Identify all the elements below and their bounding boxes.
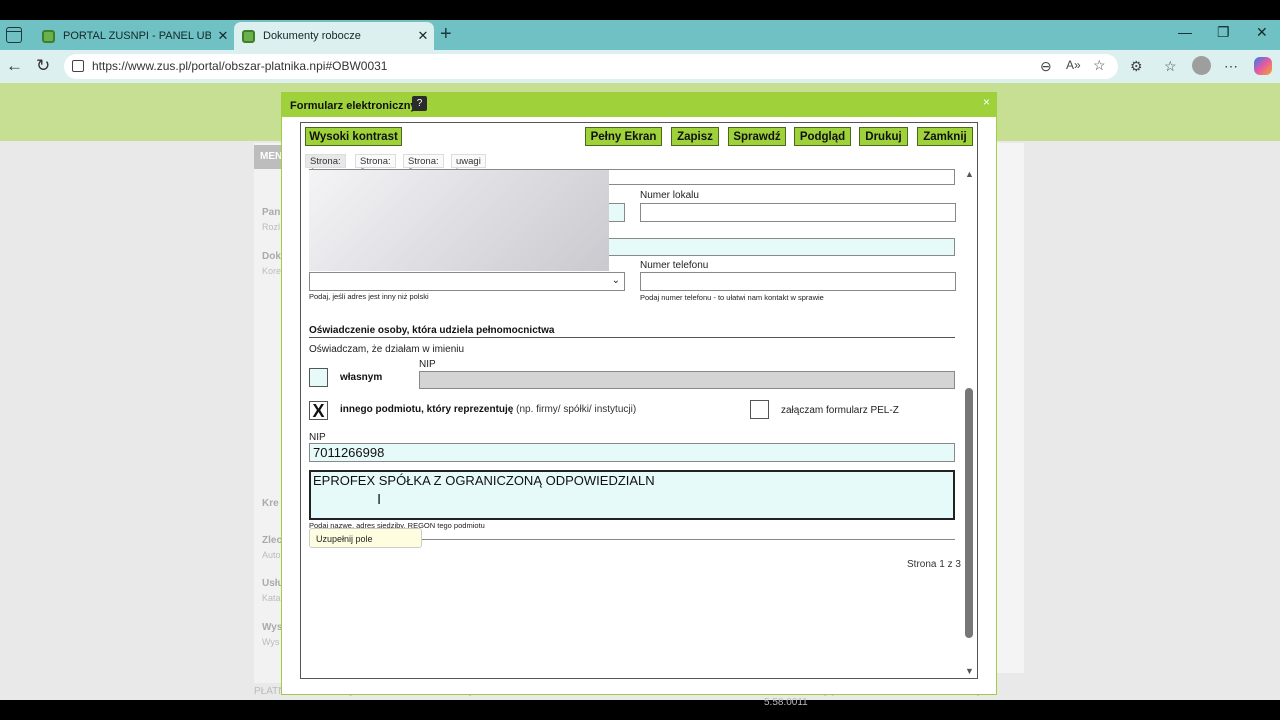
apartment-number-field[interactable]	[640, 203, 956, 222]
url-text: https://www.zus.pl/portal/obszar-platnik…	[92, 59, 388, 73]
sidebar-item-sub: Kore	[262, 266, 282, 276]
chevron-down-icon: ⌄	[611, 275, 620, 286]
tab-errors[interactable]: uwagi i błędy: (0)	[451, 154, 487, 200]
sidebar-item-sub: Auto	[262, 550, 281, 560]
site-info-icon[interactable]	[72, 60, 84, 72]
new-tab-icon[interactable]: +	[440, 23, 452, 46]
menu-bar[interactable]: MEN	[254, 145, 284, 169]
check-button[interactable]: Sprawdź	[728, 127, 786, 146]
form-frame: Wysoki kontrast Pełny Ekran Zapisz Spraw…	[300, 122, 978, 679]
copilot-icon[interactable]	[1254, 57, 1272, 75]
redacted-area	[309, 170, 609, 271]
fullscreen-button[interactable]: Pełny Ekran	[585, 127, 662, 146]
country-hint: Podaj, jeśli adres jest inny niż polski	[309, 292, 429, 301]
sidebar-item[interactable]: Zlec	[262, 535, 282, 546]
phone-hint: Podaj numer telefonu - to ułatwi nam kon…	[640, 293, 824, 302]
sidebar-item-sub: Wys	[262, 637, 280, 647]
page-counter: Strona 1 z 3	[907, 559, 961, 570]
other-entity-label: innego podmiotu, który reprezentuję (np.…	[340, 404, 636, 415]
entity-name-value: EPROFEX SPÓŁKA Z OGRANICZONĄ ODPOWIEDZIA…	[313, 473, 655, 488]
tab-page-2[interactable]: Strona: 2	[355, 154, 396, 178]
form-scrollbar[interactable]: ▲ ▼	[963, 169, 977, 678]
sidebar-item-sub: Rozl	[262, 222, 281, 232]
menu-label: MEN	[260, 151, 283, 162]
dialog-close-icon[interactable]: ×	[983, 95, 990, 109]
pelz-label: załączam formularz PEL-Z	[781, 405, 899, 416]
entity-name-field[interactable]: EPROFEX SPÓŁKA Z OGRANICZONĄ ODPOWIEDZIA…	[309, 470, 955, 520]
text-cursor-icon: I	[377, 491, 382, 508]
window-close-icon[interactable]: ✕	[1256, 24, 1268, 41]
entity-nip-field[interactable]: 7011266998	[309, 443, 955, 462]
other-entity-text: innego podmiotu, który reprezentuję	[340, 404, 514, 415]
scroll-up-icon[interactable]: ▲	[965, 169, 974, 179]
sidebar-item[interactable]: Kre	[262, 498, 279, 509]
browser-toolbar: ← ↻ https://www.zus.pl/portal/obszar-pla…	[0, 50, 1280, 83]
restore-icon[interactable]: ❐	[1217, 24, 1230, 41]
own-behalf-label: własnym	[340, 372, 383, 383]
browser-tab-drafts[interactable]: Dokumenty robocze ✕	[234, 22, 434, 50]
section-title: Oświadczenie osoby, która udziela pełnom…	[309, 325, 555, 336]
save-button[interactable]: Zapisz	[671, 127, 719, 146]
nip-label: NIP	[419, 359, 436, 370]
pelz-checkbox[interactable]	[750, 400, 769, 419]
scroll-thumb[interactable]	[965, 388, 973, 638]
entity-nip-value: 7011266998	[313, 445, 385, 460]
dialog-header: Formularz elektroniczny ? ×	[282, 93, 996, 117]
reload-icon[interactable]: ↻	[36, 56, 50, 76]
electronic-form-dialog: Formularz elektroniczny ? × Wysoki kontr…	[281, 92, 997, 695]
sidebar-item-sub: Kata	[262, 593, 281, 603]
nip2-label: NIP	[309, 432, 326, 443]
scroll-down-icon[interactable]: ▼	[965, 666, 974, 676]
help-icon[interactable]: ?	[412, 96, 427, 111]
browser-tab-bar: PORTAL ZUSNPI - PANEL UBEZPIECZONEGO ✕ D…	[0, 20, 1280, 50]
browser-tab-portal[interactable]: PORTAL ZUSNPI - PANEL UBEZPIECZONEGO ✕	[34, 22, 234, 50]
back-icon[interactable]: ←	[6, 56, 23, 76]
zus-favicon-icon	[42, 29, 55, 43]
close-icon[interactable]: ✕	[215, 28, 231, 44]
own-behalf-checkbox[interactable]	[309, 368, 328, 387]
address-bar[interactable]: https://www.zus.pl/portal/obszar-platnik…	[64, 54, 1118, 79]
tab-page-1[interactable]: Strona: 1	[305, 154, 346, 178]
print-button[interactable]: Drukuj	[859, 127, 908, 146]
own-nip-field	[419, 371, 955, 389]
tab-label: PORTAL ZUSNPI - PANEL UBEZPIECZONEGO	[63, 30, 211, 42]
tab-page-3[interactable]: Strona: 3	[403, 154, 444, 178]
declare-text: Oświadczam, że działam w imieniu	[309, 344, 465, 355]
high-contrast-button[interactable]: Wysoki kontrast	[305, 127, 402, 146]
preview-button[interactable]: Podgląd	[794, 127, 851, 146]
read-aloud-icon[interactable]: A»	[1066, 58, 1081, 72]
apartment-label: Numer lokalu	[640, 190, 699, 201]
validation-tooltip: Uzupełnij pole	[309, 528, 422, 548]
sidebar-item[interactable]: Dok	[262, 251, 281, 262]
phone-field[interactable]	[640, 272, 956, 291]
form-divider	[421, 539, 955, 540]
more-options-icon[interactable]: ⋯	[1224, 58, 1238, 75]
tab-label: Dokumenty robocze	[263, 30, 361, 42]
close-button[interactable]: Zamknij	[917, 127, 973, 146]
sidebar-item[interactable]: Pan	[262, 207, 280, 218]
screen: PORTAL ZUSNPI - PANEL UBEZPIECZONEGO ✕ D…	[0, 0, 1280, 720]
country-select[interactable]: ⌄	[309, 272, 625, 291]
sidebar-item[interactable]: Wys	[262, 622, 282, 633]
minimize-icon[interactable]: —	[1178, 24, 1192, 40]
window-menu-icon[interactable]	[6, 27, 22, 43]
extensions-icon[interactable]: ⚙	[1130, 58, 1143, 75]
other-entity-hint: (np. firmy/ spółki/ instytucji)	[516, 404, 637, 415]
close-icon[interactable]: ✕	[415, 28, 431, 44]
dialog-title: Formularz elektroniczny	[290, 100, 417, 112]
phone-label: Numer telefonu	[640, 260, 709, 271]
profile-avatar[interactable]	[1192, 56, 1211, 75]
section-divider	[309, 337, 955, 338]
favorite-star-icon[interactable]: ☆	[1093, 57, 1106, 74]
zus-favicon-icon	[242, 29, 255, 43]
favorites-icon[interactable]: ☆	[1164, 58, 1177, 75]
zoom-icon[interactable]: ⊖	[1040, 58, 1052, 75]
other-entity-checkbox[interactable]: X	[309, 401, 328, 420]
